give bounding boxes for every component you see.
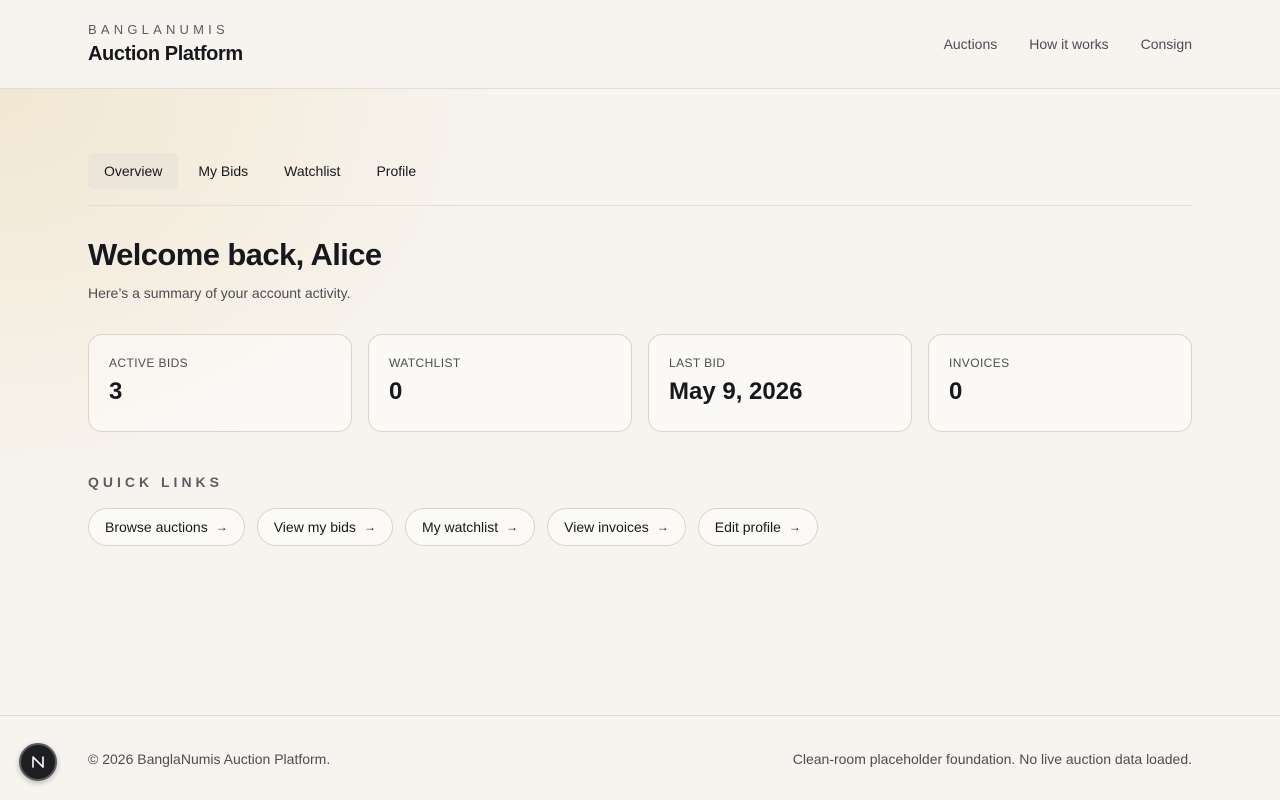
tab-my-bids[interactable]: My Bids: [182, 153, 264, 189]
nav-link-auctions[interactable]: Auctions: [944, 35, 998, 53]
tab-overview[interactable]: Overview: [88, 153, 179, 189]
quick-links: Browse auctions → View my bids → My watc…: [88, 508, 818, 546]
site-header: BANGLANUMIS Auction Platform Auctions Ho…: [0, 0, 1280, 89]
dev-tools-badge[interactable]: [19, 743, 57, 781]
arrow-right-icon: →: [506, 520, 519, 534]
welcome-section: Welcome back, Alice Here’s a summary of …: [88, 236, 382, 302]
account-tabs: Overview My Bids Watchlist Profile: [88, 153, 1192, 206]
link-label: Browse auctions: [105, 519, 208, 535]
stat-card-watchlist: WATCHLIST 0: [368, 334, 632, 432]
tab-watchlist[interactable]: Watchlist: [268, 153, 356, 189]
tab-profile[interactable]: Profile: [360, 153, 432, 189]
stat-label: LAST BID: [669, 356, 726, 370]
stat-label: ACTIVE BIDS: [109, 356, 189, 370]
link-label: Edit profile: [714, 519, 781, 535]
brand-title: Auction Platform: [88, 43, 243, 65]
top-nav: Auctions How it works Consign: [944, 35, 1192, 53]
stat-value: 0: [949, 378, 963, 405]
my-watchlist-link[interactable]: My watchlist →: [404, 508, 536, 546]
quick-links-heading: QUICK LINKS: [88, 474, 223, 490]
arrow-right-icon: →: [363, 520, 376, 534]
page-title: Welcome back, Alice: [88, 237, 382, 272]
stat-value: May 9, 2026: [669, 378, 803, 405]
stat-value: 0: [389, 378, 403, 405]
view-invoices-link[interactable]: View invoices →: [547, 508, 686, 546]
arrow-right-icon: →: [656, 520, 669, 534]
nav-link-how-it-works[interactable]: How it works: [1029, 35, 1108, 53]
link-label: View invoices: [564, 519, 649, 535]
footer-copyright: © 2026 BanglaNumis Auction Platform.: [88, 751, 331, 767]
arrow-right-icon: →: [215, 520, 228, 534]
brand-kicker: BANGLANUMIS: [88, 22, 229, 37]
link-label: View my bids: [273, 519, 356, 535]
arrow-right-icon: →: [788, 520, 801, 534]
brand[interactable]: BANGLANUMIS Auction Platform: [88, 22, 243, 66]
stat-card-invoices: INVOICES 0: [928, 334, 1192, 432]
link-label: My watchlist: [421, 519, 499, 535]
stats-grid: ACTIVE BIDS 3 WATCHLIST 0 LAST BID May 9…: [88, 334, 1192, 432]
stat-label: WATCHLIST: [389, 356, 461, 370]
edit-profile-link[interactable]: Edit profile →: [697, 508, 818, 546]
browse-auctions-link[interactable]: Browse auctions →: [88, 508, 245, 546]
stat-label: INVOICES: [949, 356, 1010, 370]
footer-note: Clean-room placeholder foundation. No li…: [792, 751, 1192, 767]
stat-value: 3: [109, 378, 123, 405]
nav-link-consign[interactable]: Consign: [1141, 35, 1192, 53]
view-my-bids-link[interactable]: View my bids →: [256, 508, 393, 546]
stat-card-active-bids: ACTIVE BIDS 3: [88, 334, 352, 432]
page-subtitle: Here’s a summary of your account activit…: [88, 285, 351, 301]
site-footer: © 2026 BanglaNumis Auction Platform. Cle…: [0, 715, 1280, 800]
n-logo-icon: [32, 756, 44, 768]
stat-card-last-bid: LAST BID May 9, 2026: [648, 334, 912, 432]
